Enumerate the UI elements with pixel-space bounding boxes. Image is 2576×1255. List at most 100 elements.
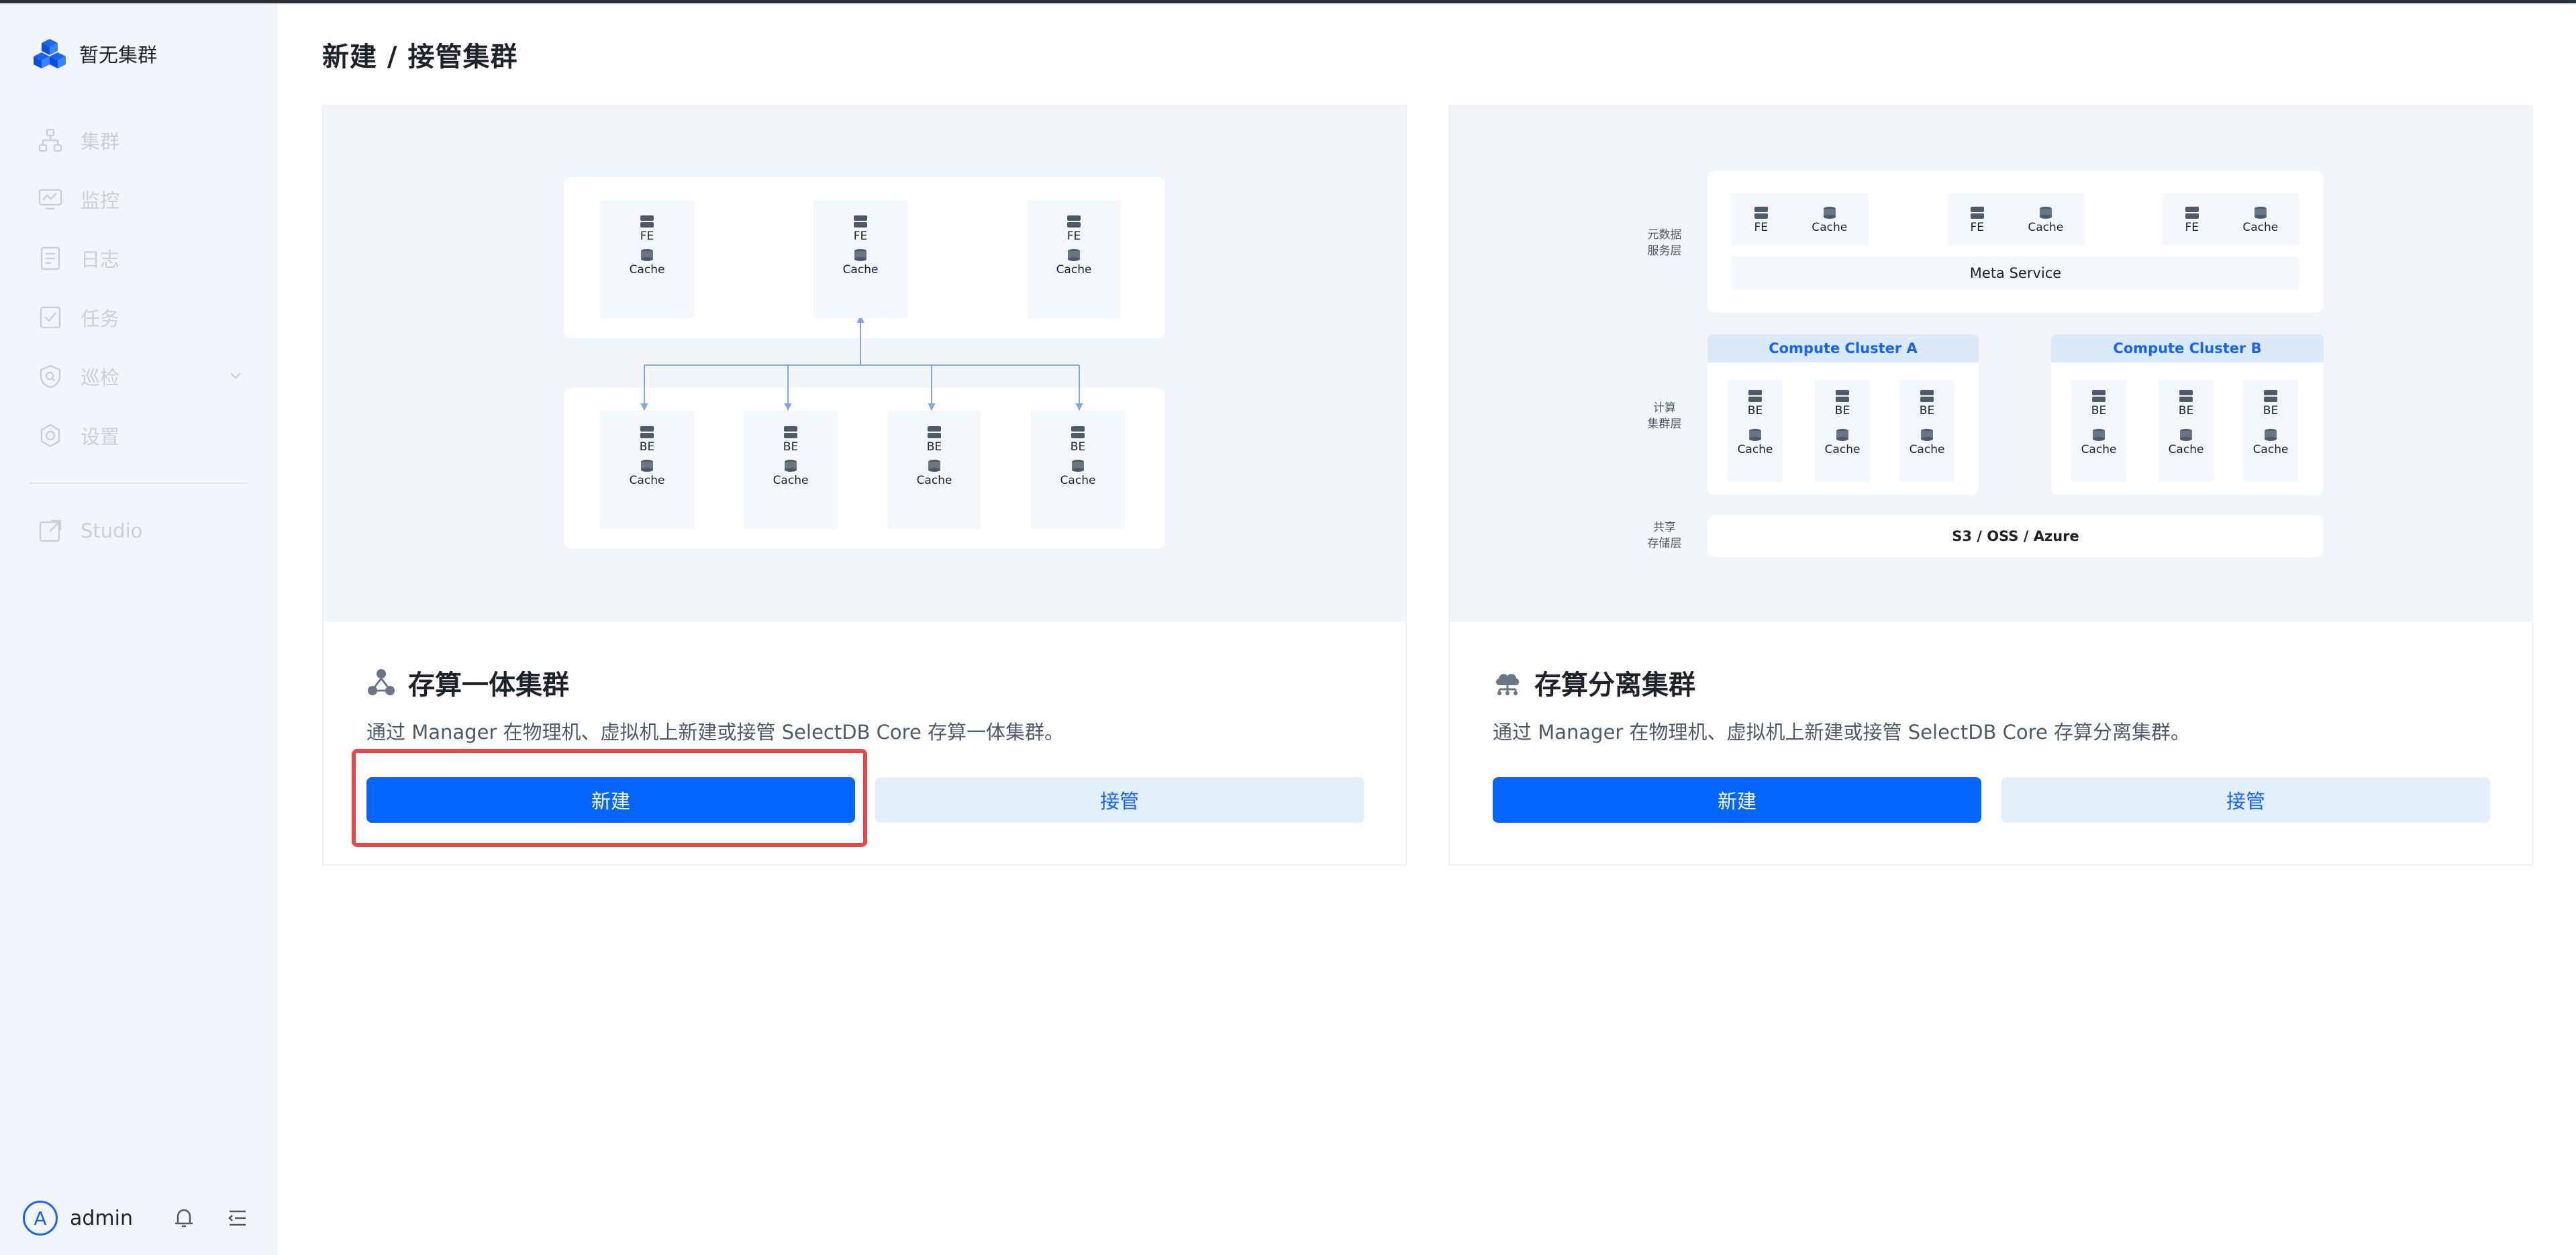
server-icon: [1836, 390, 1849, 402]
shared-storage-bar: S3 / OSS / Azure: [1707, 515, 2324, 557]
fe-node: FE Cache: [1027, 200, 1121, 318]
log-icon: [40, 246, 60, 270]
be-node: BE Cache: [600, 411, 694, 529]
integrated-cluster-icon: [368, 669, 395, 695]
card-description: 通过 Manager 在物理机、虚拟机上新建或接管 SelectDB Core …: [1493, 721, 2191, 744]
sidebar-item-label: 设置: [81, 425, 120, 448]
server-icon: [640, 426, 654, 438]
database-icon: [641, 249, 653, 261]
sidebar-divider: [30, 483, 248, 484]
be-node: BE Cache: [887, 411, 981, 529]
database-icon: [2180, 429, 2192, 441]
sidebar-item-cluster[interactable]: 集群: [0, 111, 278, 170]
connection-lines: [640, 315, 1083, 411]
cluster-a-header: Compute Cluster A: [1707, 334, 1979, 362]
sidebar-item-label: 集群: [81, 130, 120, 153]
page-title: 新建 / 接管集群: [322, 42, 518, 72]
layer-label-storage: 共享 存储层: [1647, 521, 1682, 550]
layer-label-meta: 元数据 服务层: [1647, 228, 1682, 258]
sidebar-item-studio[interactable]: Studio: [0, 501, 278, 560]
brand-cubes-icon: [34, 39, 66, 68]
database-icon: [2093, 429, 2105, 441]
be-node: BE Cache: [1031, 411, 1125, 529]
server-icon: [784, 426, 797, 438]
fe-cache-node: FE Cache: [1732, 193, 1869, 246]
cluster-icon: [38, 128, 62, 152]
server-icon: [1970, 207, 1984, 219]
server-icon: [2264, 390, 2277, 402]
sidebar-item-inspect[interactable]: 巡检: [0, 347, 278, 406]
chevron-down-icon[interactable]: [226, 366, 246, 386]
sidebar-item-label: Studio: [81, 519, 143, 542]
database-icon: [1823, 207, 1836, 219]
server-icon: [640, 215, 654, 228]
database-icon: [1068, 249, 1080, 261]
database-icon: [641, 460, 653, 472]
be-node: BE Cache: [744, 411, 838, 529]
collapse-menu-icon[interactable]: [226, 1206, 250, 1230]
sidebar-item-log[interactable]: 日志: [0, 229, 278, 288]
server-icon: [1754, 207, 1768, 219]
card-title: 存算一体集群: [366, 663, 569, 702]
database-icon: [928, 460, 940, 472]
inspect-icon: [40, 364, 61, 389]
be-node: BE Cache: [1728, 380, 1783, 482]
brand[interactable]: 暂无集群: [34, 37, 157, 70]
username[interactable]: admin: [70, 1207, 133, 1230]
card-description: 通过 Manager 在物理机、虚拟机上新建或接管 SelectDB Core …: [366, 721, 1064, 744]
server-icon: [2179, 390, 2193, 402]
window-top-border: [0, 0, 2576, 3]
server-icon: [1920, 390, 1934, 402]
fe-node: FE Cache: [813, 200, 907, 318]
sidebar-item-settings[interactable]: 设置: [0, 406, 278, 465]
be-node: BE Cache: [1899, 380, 1954, 482]
server-icon: [1067, 215, 1081, 228]
fe-cache-node: FE Cache: [2163, 193, 2299, 246]
database-icon: [2265, 429, 2277, 441]
bell-icon[interactable]: [172, 1206, 196, 1230]
database-icon: [1072, 460, 1084, 472]
task-icon: [40, 306, 61, 329]
database-icon: [1921, 429, 1933, 441]
server-icon: [2092, 390, 2106, 402]
card-separated-cluster: 元数据 服务层 计算 集群层 共享 存储层 FE Cache FE Cache …: [1448, 105, 2533, 866]
avatar[interactable]: A: [23, 1201, 58, 1236]
monitor-icon: [38, 189, 62, 210]
cloud-cluster-icon: [1495, 674, 1520, 695]
server-icon: [1071, 426, 1085, 438]
gear-icon: [40, 423, 60, 448]
layer-label-compute: 计算 集群层: [1647, 401, 1682, 431]
cluster-b-header: Compute Cluster B: [2051, 334, 2324, 362]
sidebar-item-label: 监控: [81, 189, 120, 212]
sidebar-item-monitor[interactable]: 监控: [0, 170, 278, 229]
server-icon: [2185, 207, 2199, 219]
server-icon: [854, 215, 867, 228]
fe-node: FE Cache: [600, 200, 694, 318]
database-icon: [854, 249, 866, 261]
card-title: 存算分离集群: [1493, 663, 1695, 702]
meta-service-bar: Meta Service: [1732, 256, 2299, 290]
takeover-integrated-button[interactable]: 接管: [875, 777, 1364, 823]
server-icon: [1748, 390, 1762, 402]
sidebar: 暂无集群 集群 监控 日志 任务 巡检 设置 Studio A admin: [0, 3, 278, 1255]
brand-name: 暂无集群: [79, 44, 158, 66]
sidebar-item-label: 任务: [81, 307, 120, 330]
sidebar-item-label: 日志: [81, 248, 120, 271]
external-link-icon: [39, 519, 62, 542]
server-icon: [928, 426, 941, 438]
separated-architecture-diagram: 元数据 服务层 计算 集群层 共享 存储层 FE Cache FE Cache …: [1450, 106, 2532, 621]
integrated-architecture-diagram: FE Cache FE Cache FE Cache BE Cache BE C…: [324, 106, 1405, 621]
fe-cache-node: FE Cache: [1948, 193, 2085, 246]
database-icon: [785, 460, 797, 472]
be-node: BE Cache: [2159, 380, 2214, 482]
highlight-annotation: [352, 749, 867, 847]
takeover-separated-button[interactable]: 接管: [2001, 777, 2490, 823]
database-icon: [1749, 429, 1761, 441]
sidebar-footer: A admin: [23, 1199, 258, 1237]
be-node: BE Cache: [1815, 380, 1870, 482]
be-node: BE Cache: [2071, 380, 2126, 482]
sidebar-item-task[interactable]: 任务: [0, 288, 278, 347]
create-separated-button[interactable]: 新建: [1493, 777, 1981, 823]
sidebar-nav: 集群 监控 日志 任务 巡检 设置 Studio: [0, 111, 278, 560]
be-node: BE Cache: [2243, 380, 2298, 482]
